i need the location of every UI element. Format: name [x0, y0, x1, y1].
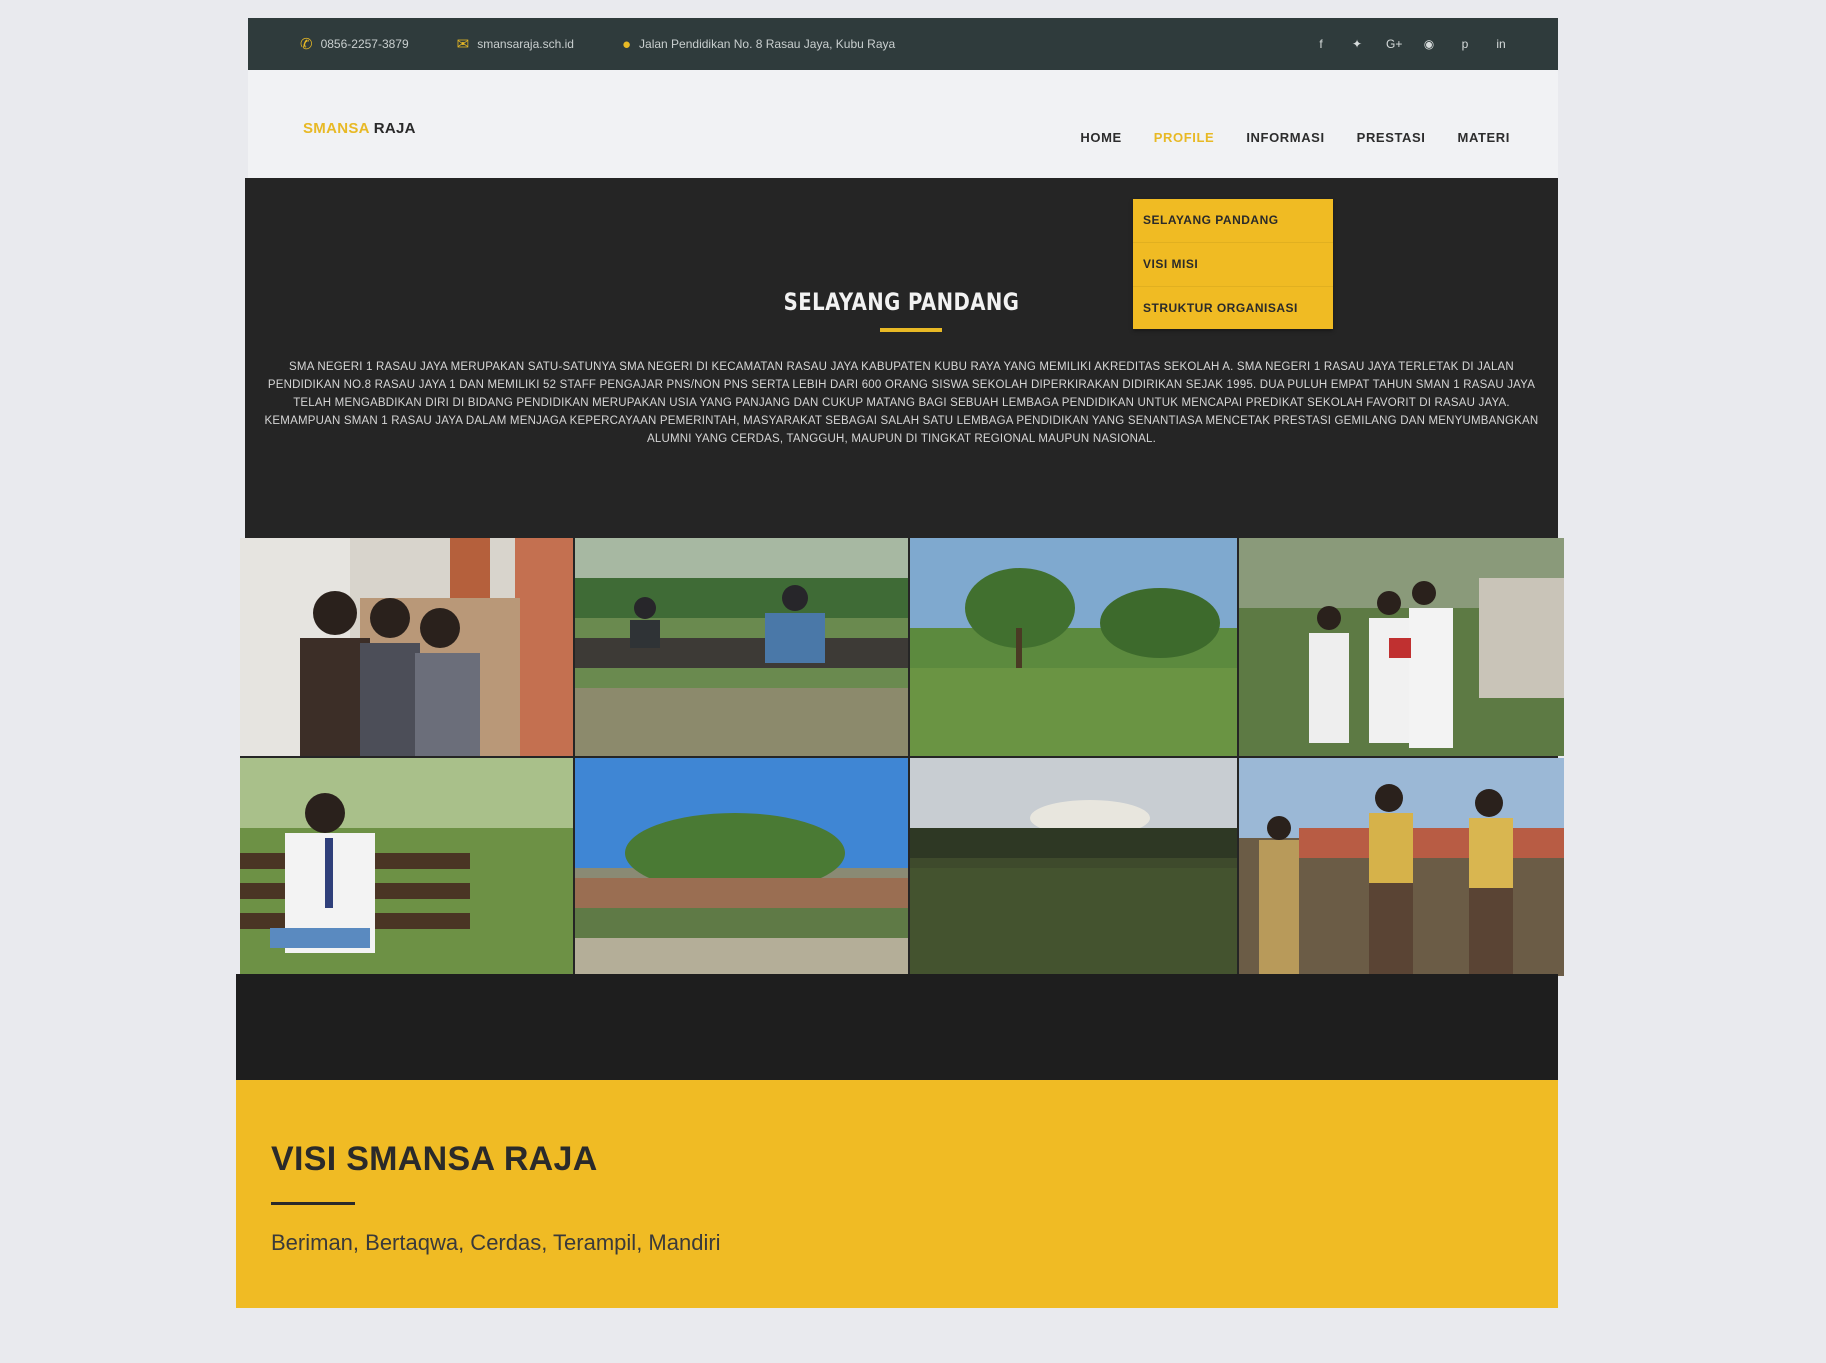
- google-plus-icon[interactable]: G+: [1386, 37, 1402, 51]
- photo-students-garden[interactable]: [575, 538, 908, 756]
- location-pin-icon: ●: [621, 35, 632, 53]
- phone-icon: ✆: [300, 36, 313, 53]
- pinterest-icon[interactable]: p: [1458, 37, 1472, 51]
- nav-profile[interactable]: PROFILE: [1154, 130, 1215, 145]
- address-contact: ● Jalan Pendidikan No. 8 Rasau Jaya, Kub…: [622, 36, 895, 53]
- title-underline: [880, 328, 942, 332]
- main-nav: HOME PROFILE INFORMASI PRESTASI MATERI: [1080, 130, 1510, 145]
- dropdown-item-struktur-organisasi[interactable]: STRUKTUR ORGANISASI: [1133, 287, 1333, 331]
- nav-prestasi[interactable]: PRESTASI: [1357, 130, 1426, 145]
- logo-part-raja: RAJA: [373, 120, 416, 137]
- visi-section: VISI SMANSA RAJA Beriman, Bertaqwa, Cerd…: [236, 1080, 1558, 1308]
- email-contact[interactable]: ✉ smansaraja.sch.id: [457, 35, 574, 53]
- photo-gallery: [240, 538, 1564, 978]
- visi-title: VISI SMANSA RAJA: [271, 1140, 598, 1178]
- phone-contact[interactable]: ✆ 0856-2257-3879: [300, 35, 409, 53]
- nav-materi[interactable]: MATERI: [1458, 130, 1510, 145]
- section-body-text: SMA NEGERI 1 RASAU JAYA MERUPAKAN SATU-S…: [264, 361, 1539, 445]
- linkedin-icon[interactable]: in: [1494, 37, 1508, 51]
- social-links: f ✦ G+ ◉ p in: [1314, 37, 1508, 51]
- photo-student-reading-bench[interactable]: [240, 758, 573, 976]
- photo-trees-field[interactable]: [910, 538, 1237, 756]
- selayang-pandang-section: SELAYANG PANDANG SMA NEGERI 1 RASAU JAYA…: [245, 178, 1558, 558]
- gallery-bottom-strip: [236, 974, 1558, 1082]
- mail-icon: ✉: [456, 36, 470, 53]
- top-info-bar: ✆ 0856-2257-3879 ✉ smansaraja.sch.id ● J…: [248, 18, 1558, 70]
- dropdown-item-visi-misi[interactable]: VISI MISI: [1133, 243, 1333, 287]
- page: ✆ 0856-2257-3879 ✉ smansaraja.sch.id ● J…: [236, 18, 1564, 1308]
- photo-students-group-uniform[interactable]: [1239, 758, 1564, 976]
- email-text: smansaraja.sch.id: [477, 37, 574, 51]
- dropdown-item-selayang-pandang[interactable]: SELAYANG PANDANG: [1133, 199, 1333, 243]
- photo-students-hallway[interactable]: [240, 538, 573, 756]
- facebook-icon[interactable]: f: [1314, 37, 1328, 51]
- site-logo[interactable]: SMANSA RAJA: [303, 120, 416, 137]
- nav-informasi[interactable]: INFORMASI: [1246, 130, 1324, 145]
- address-text: Jalan Pendidikan No. 8 Rasau Jaya, Kubu …: [639, 37, 896, 51]
- visi-statement: Beriman, Bertaqwa, Cerdas, Terampil, Man…: [271, 1230, 721, 1255]
- profile-dropdown-menu: SELAYANG PANDANG VISI MISI STRUKTUR ORGA…: [1133, 199, 1333, 331]
- photo-field-sunset[interactable]: [910, 758, 1237, 976]
- nav-home[interactable]: HOME: [1080, 130, 1121, 145]
- logo-part-smansa: SMANSA: [303, 120, 370, 137]
- instagram-icon[interactable]: ◉: [1422, 37, 1436, 51]
- photo-students-planting[interactable]: [1239, 538, 1564, 756]
- photo-school-yard-palms[interactable]: [575, 758, 908, 976]
- twitter-icon[interactable]: ✦: [1350, 37, 1364, 51]
- phone-text: 0856-2257-3879: [320, 37, 409, 51]
- visi-underline: [271, 1202, 355, 1205]
- site-header: SMANSA RAJA HOME PROFILE INFORMASI PREST…: [248, 70, 1558, 180]
